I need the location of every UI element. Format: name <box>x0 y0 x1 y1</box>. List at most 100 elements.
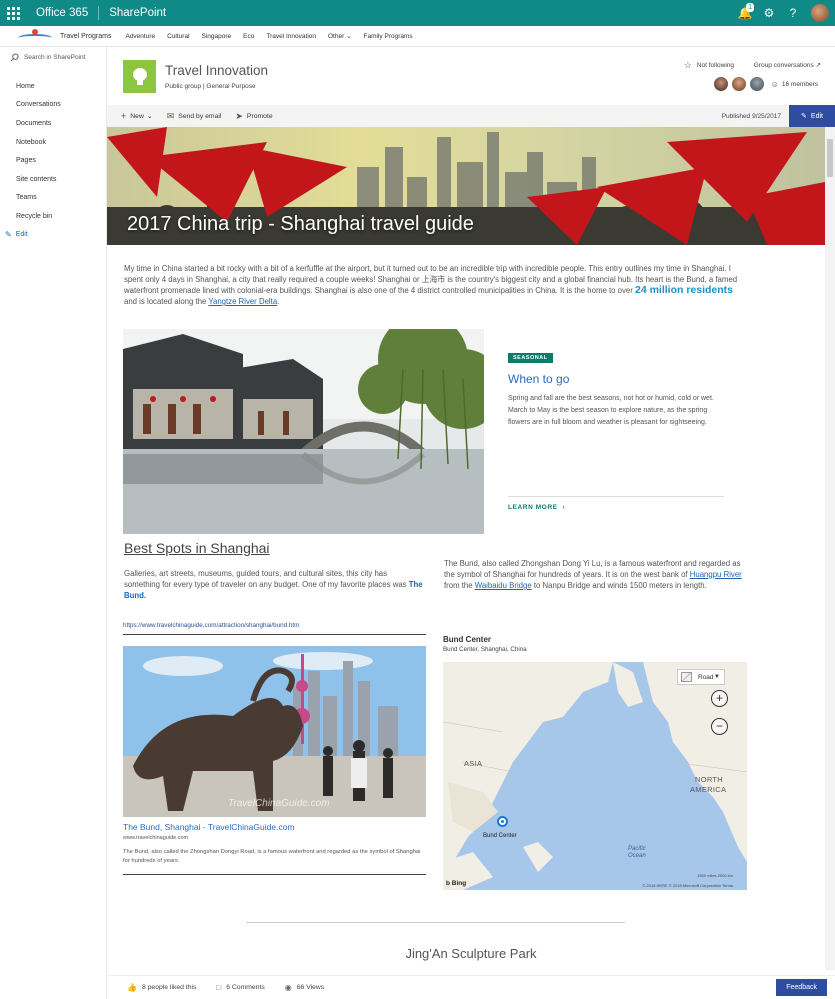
search-box[interactable]: Search in SharePoint <box>0 47 106 67</box>
hub-item-travel-innovation[interactable]: Travel Innovation <box>260 33 322 40</box>
mail-icon: ✉ <box>166 110 175 121</box>
map-label-america: AMERICA <box>690 785 727 794</box>
notification-count: 1 <box>746 3 754 12</box>
nav-item-teams[interactable]: Teams <box>0 189 106 208</box>
link-card-description: The Bund, also called the Zhongshan Dong… <box>123 849 421 864</box>
hub-item-cultural[interactable]: Cultural <box>161 33 195 40</box>
bund-text-3: to Nanpu Bridge and winds 1500 meters in… <box>531 581 707 590</box>
nav-item-recycle-bin[interactable]: Recycle bin <box>0 207 106 226</box>
zoom-in-button[interactable]: + <box>711 690 728 707</box>
huangpu-river-link[interactable]: Huangpu River <box>690 570 742 579</box>
hub-item-adventure[interactable]: Adventure <box>119 33 161 40</box>
hero-banner: 2017 China trip - Shanghai travel guide <box>107 127 825 245</box>
members-count: 16 members <box>781 80 818 88</box>
map-label-pacific: Pacific <box>628 846 646 852</box>
pencil-icon: ✎ <box>801 113 807 120</box>
intro-highlight: 24 million residents <box>634 284 734 296</box>
location-pin-icon[interactable] <box>497 816 508 827</box>
edit-page-button[interactable]: ✎ Edit <box>789 105 835 127</box>
bund-paragraph: The Bund, also called Zhongshan Dong Yi … <box>444 558 744 591</box>
map-copyright[interactable]: © 2018 HERE © 2018 Microsoft Corporation… <box>642 883 733 888</box>
nav-edit-link[interactable]: ✎ Edit <box>0 226 106 244</box>
scrollbar-thumb[interactable] <box>827 139 833 177</box>
link-card-site: www.travelchinaguide.com <box>123 835 189 841</box>
feedback-button[interactable]: Feedback <box>776 979 827 996</box>
divider <box>123 634 426 635</box>
hub-navigation: Travel Programs Adventure Cultural Singa… <box>0 26 835 47</box>
notifications-bell-icon[interactable]: 🔔 1 <box>733 0 757 26</box>
map-subtitle: Bund Center, Shanghai, China <box>443 646 527 653</box>
best-spots-paragraph: Galleries, art streets, museums, guided … <box>124 568 424 601</box>
settings-gear-icon[interactable]: ⚙ <box>757 0 781 26</box>
hub-title[interactable]: Travel Programs <box>60 33 111 40</box>
nav-item-notebook[interactable]: Notebook <box>0 133 106 152</box>
learn-more-link[interactable]: LEARN MORE › <box>508 504 565 511</box>
user-avatar[interactable] <box>811 4 829 22</box>
bing-map[interactable]: Road ▼ + − ASIA NORTH AMERICA Pacific Oce… <box>443 662 747 890</box>
social-footer: 👍 8 people liked this □ 6 Comments ◉ 66 Vie… <box>107 975 835 999</box>
site-subtitle: Public group | General Purpose <box>165 83 256 90</box>
site-title[interactable]: Travel Innovation <box>165 63 268 78</box>
office365-link[interactable]: Office 365 <box>26 7 98 19</box>
nav-item-pages[interactable]: Pages <box>0 151 106 170</box>
link-card-title[interactable]: The Bund, Shanghai - TravelChinaGuide.co… <box>123 822 295 832</box>
waibaidu-bridge-link[interactable]: Waibaidu Bridge <box>475 581 532 590</box>
follow-button[interactable]: ☆ Not following <box>684 60 734 71</box>
new-label: New <box>130 112 144 120</box>
search-input[interactable]: Search in SharePoint <box>24 54 85 61</box>
map-title: Bund Center <box>443 635 491 644</box>
chevron-right-icon: › <box>562 504 566 511</box>
member-avatar <box>712 76 729 92</box>
lightbulb-icon <box>132 67 148 86</box>
yangtze-link[interactable]: Yangtze River Delta <box>208 297 277 306</box>
map-label-asia: ASIA <box>464 759 483 768</box>
hub-logo[interactable] <box>16 27 56 43</box>
road-map-icon <box>681 672 692 682</box>
likes-label: 8 people liked this <box>141 984 197 991</box>
when-to-go-body: Spring and fall are the best seasons, no… <box>508 395 714 426</box>
hero-title: 2017 China trip - Shanghai travel guide <box>127 213 474 235</box>
seasonal-badge: SEASONAL <box>508 353 553 363</box>
hub-item-family-programs[interactable]: Family Programs <box>358 33 419 40</box>
nav-item-conversations[interactable]: Conversations <box>0 96 106 115</box>
water-town-image <box>123 329 484 534</box>
caret-down-icon: ▼ <box>714 674 720 680</box>
map-style-dropdown[interactable]: Road ▼ <box>677 669 725 685</box>
help-icon[interactable]: ? <box>781 0 805 26</box>
send-by-email-button[interactable]: ✉ Send by email <box>167 111 222 122</box>
comments-button[interactable]: □ 6 Comments <box>216 983 264 992</box>
link-url[interactable]: https://www.travelchinaguide.com/attract… <box>123 622 299 629</box>
chevron-down-icon: ⌄ <box>146 113 153 120</box>
comment-icon: □ <box>216 983 222 992</box>
command-bar: + New ⌄ ✉ Send by email ➤ Promote Published … <box>107 105 835 127</box>
sharepoint-link[interactable]: SharePoint <box>99 7 176 19</box>
nav-item-documents[interactable]: Documents <box>0 114 106 133</box>
hub-item-eco[interactable]: Eco <box>237 33 260 40</box>
nav-item-site-contents[interactable]: Site contents <box>0 170 106 189</box>
eye-icon: ◉ <box>284 983 292 992</box>
bund-bull-image[interactable]: TravelChinaGuide.com <box>123 646 426 817</box>
nav-item-home[interactable]: Home <box>0 77 106 96</box>
bing-logo: b Bing <box>446 880 466 887</box>
like-button[interactable]: 👍 8 people liked this <box>127 983 196 992</box>
new-button[interactable]: + New ⌄ <box>121 111 153 121</box>
group-conversations-link[interactable]: Group conversations ↗ <box>754 61 821 69</box>
site-logo[interactable] <box>123 60 156 93</box>
thumbs-up-icon: 👍 <box>127 983 137 992</box>
plus-icon: + <box>121 111 127 121</box>
when-to-go-title[interactable]: When to go <box>508 372 569 386</box>
section-divider <box>246 922 625 923</box>
members-button[interactable]: ☺ 16 members <box>711 76 818 92</box>
left-navigation: Search in SharePoint Home Conversations … <box>0 47 107 999</box>
promote-label: Promote <box>246 112 273 120</box>
zoom-out-button[interactable]: − <box>711 718 728 735</box>
comments-label: 6 Comments <box>226 984 265 991</box>
hub-item-singapore[interactable]: Singapore <box>196 33 238 40</box>
intro-text-2: and is located along the <box>124 297 209 306</box>
promote-button[interactable]: ➤ Promote <box>235 111 272 122</box>
scrollbar[interactable] <box>825 127 835 970</box>
intro-paragraph: My time in China started a bit rocky wit… <box>124 263 742 307</box>
app-launcher-icon[interactable] <box>0 0 26 26</box>
star-icon: ☆ <box>683 60 692 70</box>
hub-item-other[interactable]: Other ⌄ <box>322 32 358 40</box>
